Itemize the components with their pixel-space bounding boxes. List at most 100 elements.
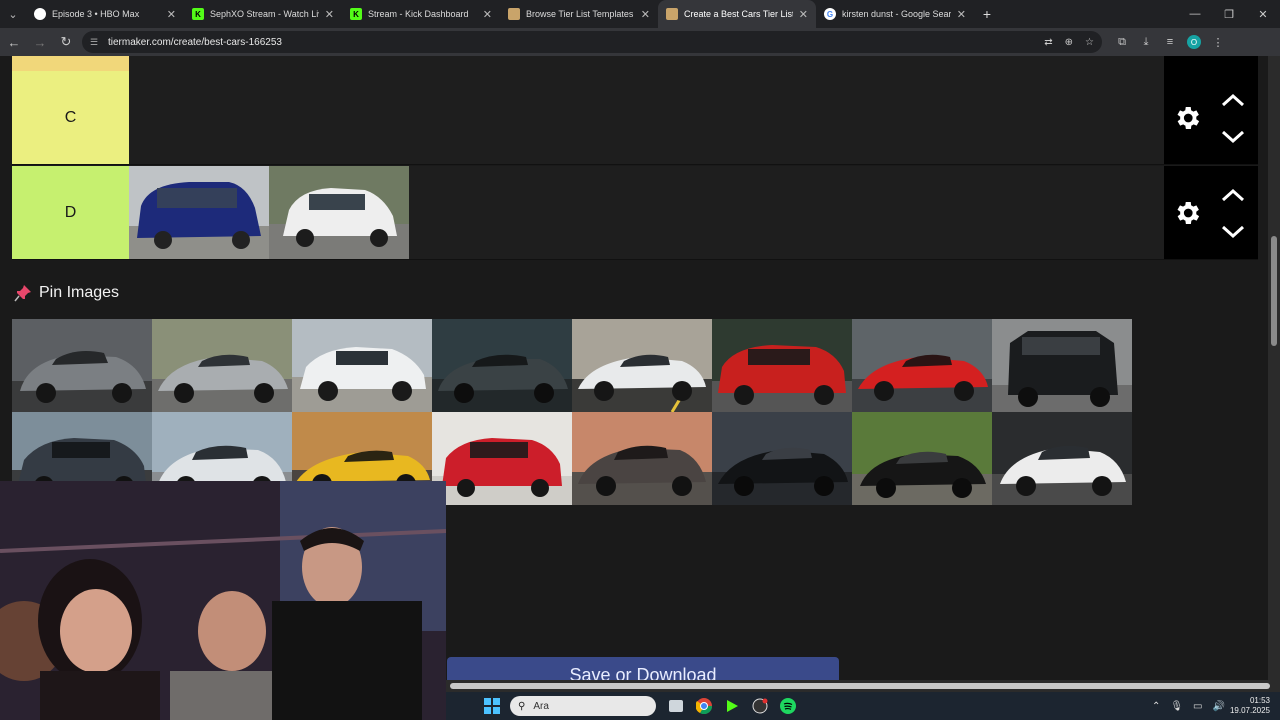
browser-tab-strip: ⌄ Episode 3 • HBO Max ✕ K SephXO Stream … [0, 0, 1280, 28]
streaming-app-icon[interactable] [718, 692, 746, 720]
clock[interactable]: 01:53 19.07.2025 [1230, 696, 1270, 716]
close-window-icon[interactable]: ✕ [1246, 0, 1280, 28]
chevron-down-icon[interactable] [1220, 224, 1246, 240]
clock-date: 19.07.2025 [1229, 706, 1270, 715]
vertical-scrollbar[interactable] [1268, 56, 1280, 680]
profile-avatar[interactable]: O [1187, 35, 1201, 49]
car-image-dark-lexus[interactable] [572, 412, 712, 505]
car-image-white-sedan-coupe[interactable] [292, 319, 432, 412]
kick-icon: K [192, 8, 204, 20]
search-icon: ⚲ [518, 700, 526, 712]
car-image-dark-muscle-car[interactable] [432, 319, 572, 412]
chevron-up-icon[interactable] [1220, 92, 1246, 108]
close-icon[interactable]: ✕ [483, 8, 492, 21]
car-image-black-suv[interactable] [992, 319, 1132, 412]
tiermaker-icon [666, 8, 678, 20]
downloads-icon[interactable]: ⤓ [1134, 30, 1158, 54]
clock-time: 01:53 [1249, 696, 1270, 705]
tab-title: Stream - Kick Dashboard [368, 9, 469, 19]
spotify-icon[interactable] [774, 692, 802, 720]
windows-start-icon[interactable] [478, 692, 506, 720]
car-image-red-lancia[interactable] [432, 412, 572, 505]
tier-drop-zone[interactable] [129, 166, 1164, 259]
address-bar[interactable]: ☰ tiermaker.com/create/best-cars-166253 … [82, 31, 1102, 53]
car-image-white-corvette[interactable] [572, 319, 712, 412]
tiermaker-icon [508, 8, 520, 20]
car-image-red-ferrari[interactable] [852, 319, 992, 412]
windows-taskbar: ⚲ Ara ⌃ 🎙 ▭ 🔊 01:53 19.07.2025 [446, 692, 1280, 720]
chevron-down-icon[interactable] [1220, 129, 1246, 145]
tab-title: Create a Best Cars Tier List - Tie [684, 9, 793, 19]
tier-label[interactable]: D [12, 166, 129, 259]
tier-controls [1164, 71, 1258, 164]
car-image-black-supra[interactable] [852, 412, 992, 505]
reload-icon[interactable]: ↻ [54, 30, 78, 54]
scrollbar-thumb[interactable] [450, 683, 1270, 689]
car-image-red-classic-sedan[interactable] [712, 319, 852, 412]
close-icon[interactable]: ✕ [957, 8, 966, 21]
tab-kick-dashboard[interactable]: K Stream - Kick Dashboard ✕ [342, 0, 500, 28]
tab-title: SephXO Stream - Watch Live on [210, 9, 319, 19]
close-icon[interactable]: ✕ [641, 8, 650, 21]
pin-images-heading: Pin Images [14, 284, 119, 302]
car-image-silver-supercar[interactable] [152, 319, 292, 412]
car-image-white-gt86[interactable] [992, 412, 1132, 505]
forward-icon[interactable]: → [28, 30, 52, 54]
car-image-grey-sports-coupe[interactable] [12, 319, 152, 412]
tab-title: Episode 3 • HBO Max [52, 9, 140, 19]
tab-hbo[interactable]: Episode 3 • HBO Max ✕ [26, 0, 184, 28]
translate-icon[interactable]: ⇄ [1044, 37, 1052, 48]
restore-icon[interactable]: ❐ [1212, 0, 1246, 28]
reading-list-icon[interactable]: ≡ [1158, 30, 1182, 54]
tab-google-search[interactable]: G kirsten dunst - Google Search ✕ [816, 0, 974, 28]
task-view-icon[interactable] [662, 692, 690, 720]
zoom-icon[interactable]: ⊕ [1065, 37, 1073, 48]
browser-toolbar: ← → ↻ ☰ tiermaker.com/create/best-cars-1… [0, 28, 1280, 56]
tab-search-icon[interactable]: ⌄ [0, 0, 26, 28]
close-icon[interactable]: ✕ [799, 8, 808, 21]
hbo-icon [34, 8, 46, 20]
tab-browse-templates[interactable]: Browse Tier List Templates by C ✕ [500, 0, 658, 28]
display-icon[interactable]: ▭ [1193, 701, 1202, 712]
car-image-blue-minivan[interactable] [129, 166, 269, 259]
search-placeholder: Ara [533, 700, 549, 712]
new-tab-icon[interactable]: + [974, 0, 1000, 28]
webcam-feed-image [0, 481, 446, 720]
tier-label[interactable]: C [12, 71, 129, 164]
google-icon: G [824, 8, 836, 20]
chrome-icon[interactable] [690, 692, 718, 720]
tab-sephxo-stream[interactable]: K SephXO Stream - Watch Live on ✕ [184, 0, 342, 28]
car-image-white-hatchback[interactable] [269, 166, 409, 259]
scrollbar-thumb[interactable] [1271, 236, 1277, 346]
tier-row-d: D [12, 166, 1258, 260]
gear-icon[interactable] [1172, 198, 1202, 228]
system-tray: ⌃ 🎙 ▭ 🔊 01:53 19.07.2025 [1147, 692, 1280, 720]
tier-label-partial [12, 56, 129, 71]
tier-row-c: C [12, 71, 1258, 165]
close-icon[interactable]: ✕ [167, 8, 176, 21]
chevron-up-icon[interactable]: ⌃ [1152, 701, 1160, 712]
minimize-icon[interactable]: — [1178, 0, 1212, 28]
site-info-icon[interactable]: ☰ [90, 37, 100, 47]
webcam-overlay [0, 481, 446, 720]
obs-icon[interactable] [746, 692, 774, 720]
tier-row-partial [129, 56, 1164, 71]
tier-controls-partial [1164, 56, 1258, 71]
microphone-icon[interactable]: 🎙 [1170, 701, 1183, 712]
chevron-up-icon[interactable] [1220, 187, 1246, 203]
back-icon[interactable]: ← [2, 30, 26, 54]
close-icon[interactable]: ✕ [325, 8, 334, 21]
tab-create-tier-list[interactable]: Create a Best Cars Tier List - Tie ✕ [658, 0, 816, 28]
kick-icon: K [350, 8, 362, 20]
url-text[interactable]: tiermaker.com/create/best-cars-166253 [108, 37, 1032, 48]
menu-kebab-icon[interactable]: ⋮ [1206, 30, 1230, 54]
horizontal-scrollbar[interactable] [446, 680, 1280, 692]
extensions-icon[interactable]: ⧉ [1110, 30, 1134, 54]
unranked-image-pool[interactable] [12, 319, 1132, 505]
tier-drop-zone[interactable] [129, 71, 1164, 164]
car-image-black-mclaren[interactable] [712, 412, 852, 505]
speaker-icon[interactable]: 🔊 [1213, 701, 1225, 712]
gear-icon[interactable] [1172, 103, 1202, 133]
bookmark-star-icon[interactable]: ☆ [1085, 37, 1094, 48]
taskbar-search-box[interactable]: ⚲ Ara [510, 696, 656, 716]
